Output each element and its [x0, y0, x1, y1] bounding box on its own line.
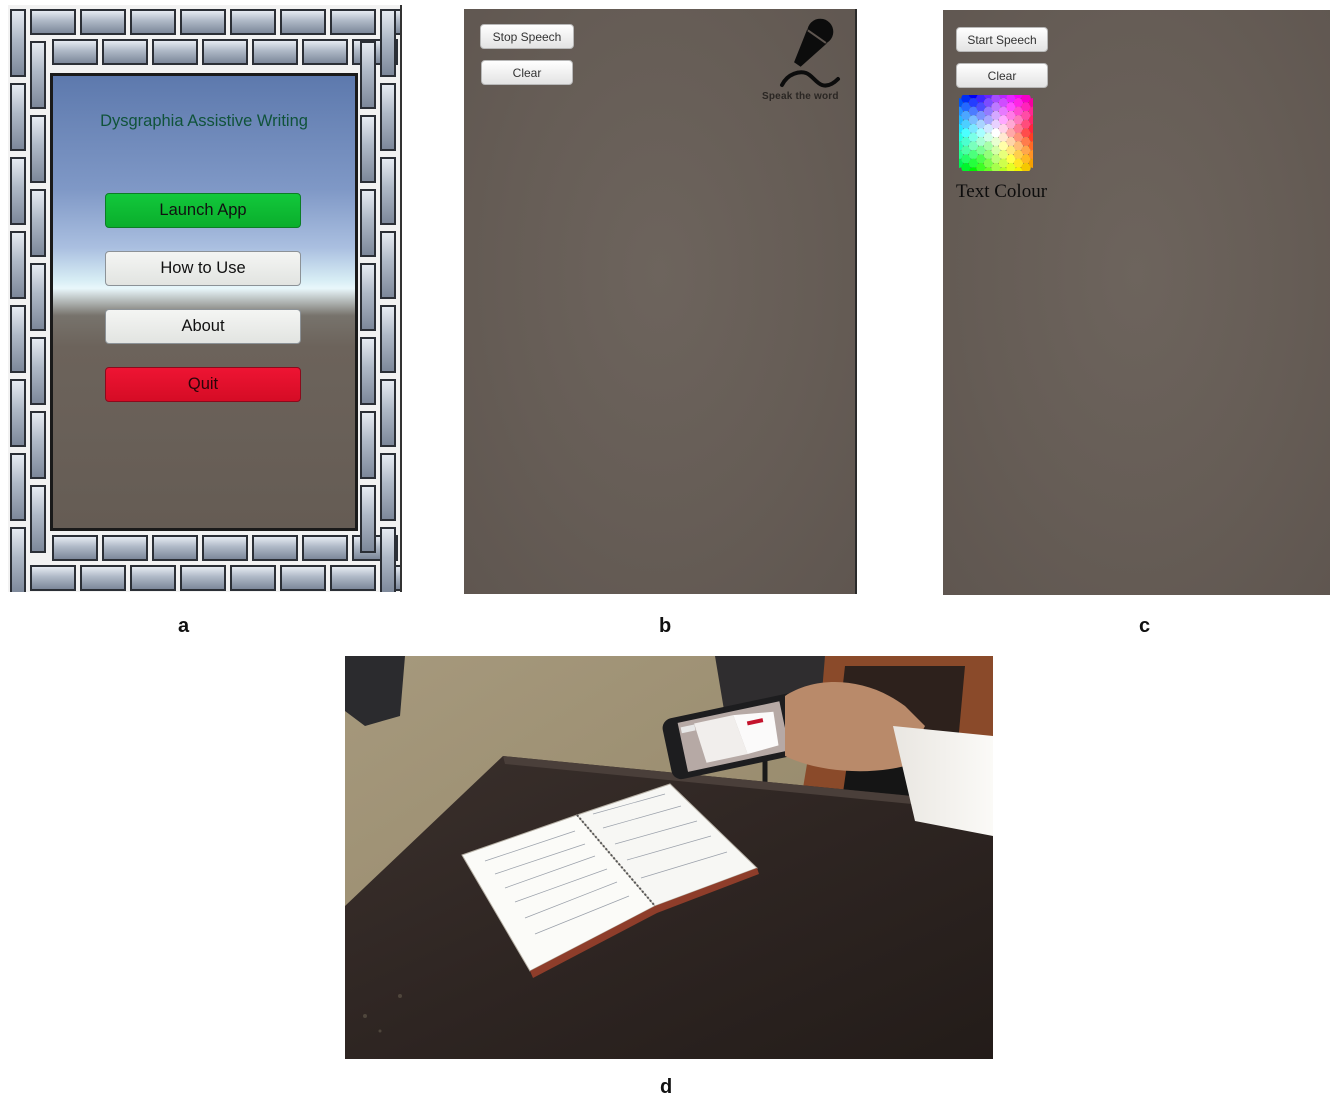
- frame-brick: [180, 565, 226, 591]
- frame-brick: [10, 305, 26, 373]
- frame-brick: [360, 115, 376, 183]
- photo-phone-notebook: [345, 656, 993, 1059]
- frame-brick: [330, 565, 376, 591]
- frame-brick: [30, 565, 76, 591]
- frame-brick: [252, 535, 298, 561]
- frame-brick: [330, 9, 376, 35]
- how-to-use-button[interactable]: How to Use: [105, 251, 301, 286]
- frame-brick: [30, 337, 46, 405]
- frame-brick: [102, 39, 148, 65]
- frame-brick: [152, 39, 198, 65]
- figure-label-d: d: [660, 1076, 673, 1098]
- panel-c-speech-screen: Start Speech Clear Text Colour: [943, 10, 1330, 595]
- frame-brick: [380, 527, 396, 592]
- frame-brick: [280, 565, 326, 591]
- stop-speech-button[interactable]: Stop Speech: [480, 24, 574, 49]
- microphone-icon[interactable]: [776, 13, 844, 89]
- clear-button[interactable]: Clear: [481, 60, 573, 85]
- figure-label-b: b: [659, 615, 672, 637]
- frame-brick: [202, 39, 248, 65]
- frame-brick: [102, 535, 148, 561]
- about-button[interactable]: About: [105, 309, 301, 344]
- quit-button[interactable]: Quit: [105, 367, 301, 402]
- frame-brick: [30, 9, 76, 35]
- chair: [345, 656, 405, 726]
- frame-brick: [30, 263, 46, 331]
- frame-brick: [360, 337, 376, 405]
- speak-word-caption: Speak the word: [762, 91, 839, 102]
- text-colour-label: Text Colour: [956, 181, 1048, 202]
- frame-brick: [80, 9, 126, 35]
- frame-brick: [380, 83, 396, 151]
- figure-label-c: c: [1139, 615, 1151, 637]
- frame-brick: [10, 379, 26, 447]
- launch-app-button[interactable]: Launch App: [105, 193, 301, 228]
- panel-a-main-menu: Dysgraphia Assistive Writing Launch App …: [8, 5, 402, 592]
- frame-brick: [380, 157, 396, 225]
- frame-brick: [380, 453, 396, 521]
- frame-brick: [30, 115, 46, 183]
- frame-brick: [152, 535, 198, 561]
- frame-brick: [30, 41, 46, 109]
- app-title: Dysgraphia Assistive Writing: [100, 112, 308, 130]
- frame-brick: [302, 535, 348, 561]
- frame-edge: [400, 5, 402, 592]
- frame-brick: [360, 263, 376, 331]
- frame-brick: [360, 41, 376, 109]
- frame-brick: [360, 485, 376, 553]
- frame-brick: [202, 535, 248, 561]
- frame-brick: [252, 39, 298, 65]
- frame-brick: [10, 453, 26, 521]
- frame-brick: [380, 305, 396, 373]
- frame-brick: [52, 39, 98, 65]
- main-menu-screen: Dysgraphia Assistive Writing Launch App …: [50, 73, 358, 531]
- frame-brick: [30, 411, 46, 479]
- frame-brick: [180, 9, 226, 35]
- frame-brick: [130, 565, 176, 591]
- frame-brick: [380, 231, 396, 299]
- frame-brick: [280, 9, 326, 35]
- frame-brick: [230, 565, 276, 591]
- frame-brick: [30, 485, 46, 553]
- frame-brick: [10, 527, 26, 592]
- frame-brick: [230, 9, 276, 35]
- frame-brick: [360, 189, 376, 257]
- frame-brick: [360, 411, 376, 479]
- panel-b-speech-screen: Stop Speech Clear Speak the word: [464, 9, 857, 594]
- figure-label-a: a: [178, 615, 190, 637]
- frame-brick: [130, 9, 176, 35]
- frame-brick: [80, 565, 126, 591]
- frame-brick: [10, 231, 26, 299]
- frame-brick: [380, 9, 396, 77]
- frame-brick: [10, 83, 26, 151]
- frame-brick: [302, 39, 348, 65]
- frame-brick: [10, 9, 26, 77]
- frame-brick: [52, 535, 98, 561]
- frame-brick: [10, 157, 26, 225]
- frame-brick: [380, 379, 396, 447]
- clear-button[interactable]: Clear: [956, 63, 1048, 88]
- start-speech-button[interactable]: Start Speech: [956, 27, 1048, 52]
- color-palette-icon[interactable]: [959, 95, 1033, 171]
- frame-brick: [30, 189, 46, 257]
